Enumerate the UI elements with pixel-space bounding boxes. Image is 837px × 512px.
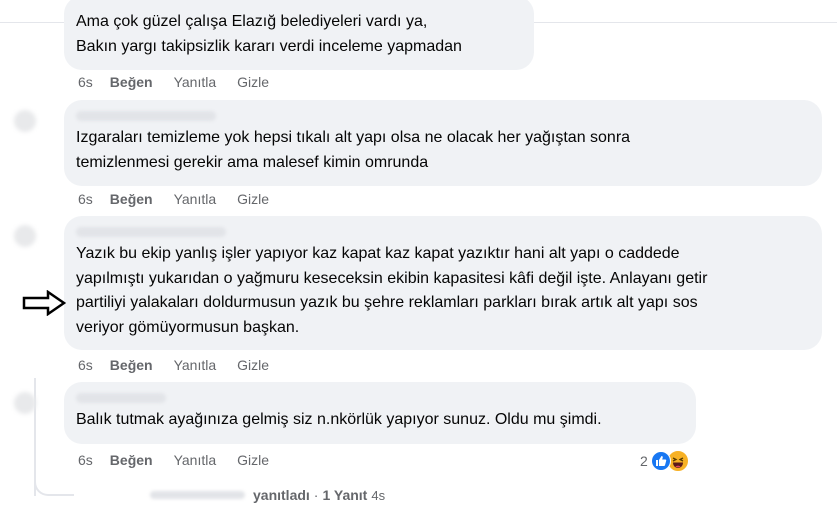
comment-bubble: Yazık bu ekip yanlış işler yapıyor kaz k… [64,216,822,350]
comment-line: temizlenmesi gerekir ama malesef kimin o… [76,153,429,171]
like-button[interactable]: Beğen [110,452,153,468]
comment-time[interactable]: 6s [78,191,93,207]
replies-time: 4s [371,487,386,503]
avatar[interactable] [14,110,36,132]
like-button[interactable]: Beğen [110,74,153,90]
comment-line: Balık tutmak ayağınıza gelmiş siz n.nkör… [76,411,602,428]
comment-line: Yazık bu ekip yanlış işler yapıyor kaz k… [76,245,680,262]
comment-author[interactable] [76,108,810,122]
reply-button[interactable]: Yanıtla [174,452,217,468]
comment-line: veriyor gömüyormusun başkan. [76,318,300,336]
comment-bubble: Izgaraları temizleme yok hepsi tıkalı al… [64,100,822,186]
comment-bubble: Balık tutmak ayağınıza gelmiş siz n.nkör… [64,382,696,444]
comment-actions: 6s Beğen Yanıtla Gizle [78,452,290,468]
comment-text: Izgaraları temizleme yok hepsi tıkalı al… [76,126,810,175]
comment-line: Izgaraları temizleme yok hepsi tıkalı al… [76,129,631,146]
replier-name [150,491,245,499]
reply-button[interactable]: Yanıtla [174,357,217,373]
separator: · [313,487,319,503]
reply-button[interactable]: Yanıtla [174,74,217,90]
comment-actions: 6s Beğen Yanıtla Gizle [78,191,290,207]
hide-button[interactable]: Gizle [237,74,269,90]
thread-curve [34,468,74,496]
comment-text: Yazık bu ekip yanlış işler yapıyor kaz k… [76,242,810,340]
like-reaction-icon [650,451,671,471]
hide-button[interactable]: Gizle [237,357,269,373]
comment-time[interactable]: 6s [78,452,93,468]
comment-actions: 6s Beğen Yanıtla Gizle [78,74,290,90]
comment-line: yapılmıştı yukarıdan o yağmuru keseceksi… [76,269,708,287]
comment-time[interactable]: 6s [78,74,93,90]
reaction-summary[interactable]: 2 [640,450,689,472]
comment-time[interactable]: 6s [78,357,93,373]
comment-line: Bakın yargı takipsizlik kararı verdi inc… [76,37,462,55]
replies-text: yanıtladı [253,487,310,503]
avatar[interactable] [14,225,36,247]
comment-text: Balık tutmak ayağınıza gelmiş siz n.nkör… [76,408,684,433]
like-button[interactable]: Beğen [110,357,153,373]
comment-text: Ama çok güzel çalışa Elazığ belediyeleri… [76,10,522,59]
comment-line: Ama çok güzel çalışa Elazığ belediyeleri… [76,13,428,30]
hide-button[interactable]: Gizle [237,191,269,207]
right-arrow-outline-icon [22,290,66,316]
avatar[interactable] [14,392,36,414]
like-button[interactable]: Beğen [110,191,153,207]
reply-button[interactable]: Yanıtla [174,191,217,207]
comment-bubble: Ama çok güzel çalışa Elazığ belediyeleri… [64,0,534,70]
replies-summary[interactable]: yanıtladı · 1 Yanıt 4s [150,487,385,503]
reaction-count: 2 [640,453,648,469]
comment-line: partiliyi yalakaları doldurmusun yazık b… [76,294,698,311]
comment-author[interactable] [76,224,810,238]
comment-actions: 6s Beğen Yanıtla Gizle [78,357,290,373]
comment-author[interactable] [76,390,684,404]
hide-button[interactable]: Gizle [237,452,269,468]
replies-count: 1 Yanıt [322,487,368,503]
